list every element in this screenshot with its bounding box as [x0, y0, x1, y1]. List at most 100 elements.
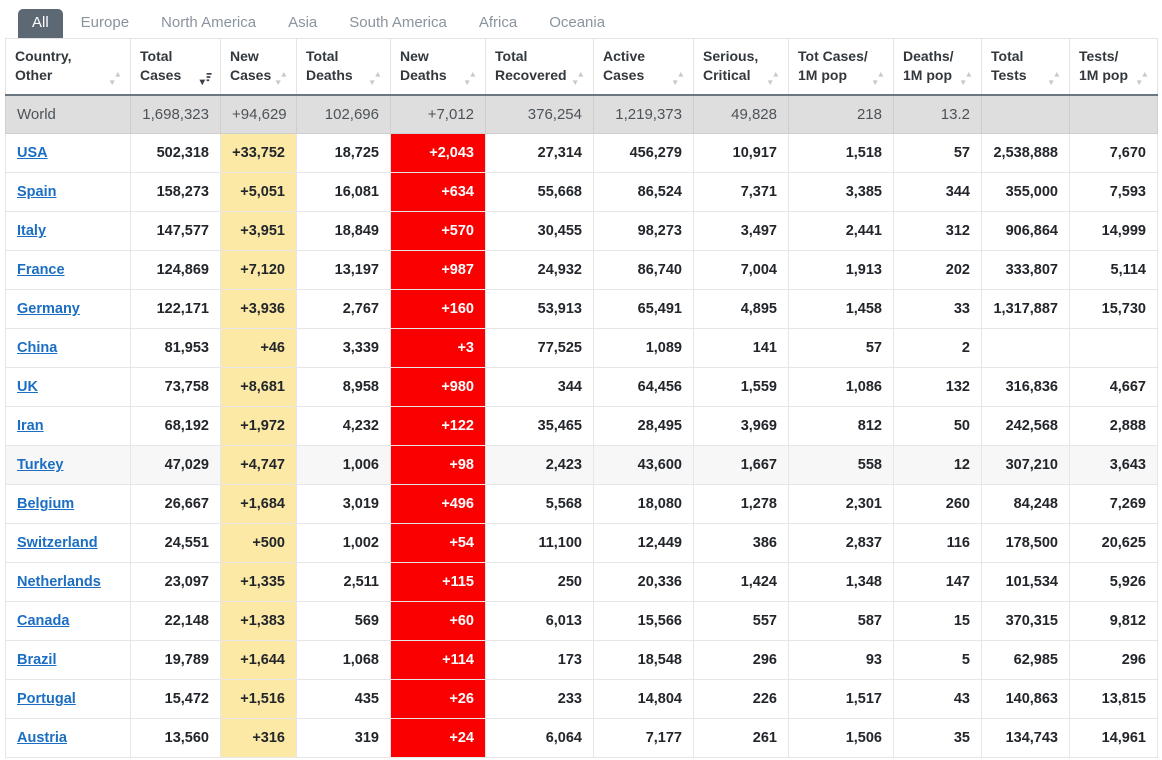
- sort-both-icon[interactable]: [109, 71, 121, 86]
- sort-both-icon[interactable]: [872, 71, 884, 86]
- table-row: Italy 147,577 +3,951 18,849 +570 30,455 98,273…: [5, 211, 1158, 252]
- country-link[interactable]: Belgium: [17, 496, 74, 512]
- sort-desc-icon[interactable]: [199, 71, 212, 86]
- sort-both-icon[interactable]: [1136, 71, 1148, 86]
- cell-active-cases: 64,456: [593, 367, 694, 408]
- col-header-new-cases[interactable]: New Cases: [220, 37, 297, 96]
- sort-both-icon[interactable]: [464, 71, 476, 86]
- cell-serious-critical: 49,828: [693, 93, 789, 135]
- sort-both-icon[interactable]: [767, 71, 779, 86]
- country-cell[interactable]: Canada: [5, 601, 131, 642]
- cell-total-recovered: 376,254: [485, 93, 594, 135]
- country-cell[interactable]: Belgium: [5, 484, 131, 525]
- cell-total-deaths: 102,696: [296, 93, 391, 135]
- sort-both-icon[interactable]: [369, 71, 381, 86]
- cell-new-deaths: +54: [390, 523, 486, 564]
- country-cell[interactable]: France: [5, 250, 131, 291]
- col-header-label: Serious, Critical: [703, 47, 758, 85]
- sort-both-icon[interactable]: [572, 71, 584, 86]
- sort-both-icon[interactable]: [275, 71, 287, 86]
- sort-both-icon[interactable]: [672, 71, 684, 86]
- country-link[interactable]: Germany: [17, 301, 80, 317]
- country-cell[interactable]: USA: [5, 133, 131, 174]
- country-cell[interactable]: Germany: [5, 289, 131, 330]
- country-link[interactable]: China: [17, 340, 57, 356]
- col-header-line1: Deaths/: [903, 48, 954, 64]
- table-body: World 1,698,323 +94,629 102,696 +7,012 376,25…: [5, 93, 1158, 759]
- country-link[interactable]: Portugal: [17, 691, 76, 707]
- continent-tab-europe[interactable]: Europe: [67, 9, 143, 39]
- cell-active-cases: 86,524: [593, 172, 694, 213]
- col-header-tests-1m-pop[interactable]: Tests/1M pop: [1069, 37, 1158, 96]
- country-cell[interactable]: Italy: [5, 211, 131, 252]
- cell-tests-per-1m: [1069, 328, 1158, 369]
- col-header-new-deaths[interactable]: New Deaths: [390, 37, 486, 96]
- country-cell[interactable]: Brazil: [5, 640, 131, 681]
- country-link[interactable]: UK: [17, 379, 38, 395]
- continent-tab-asia[interactable]: Asia: [274, 9, 331, 39]
- cell-new-cases: +8,681: [220, 367, 297, 408]
- country-link[interactable]: Italy: [17, 223, 46, 239]
- continent-tab-all[interactable]: All: [18, 8, 63, 38]
- col-header-total-recovered[interactable]: Total Recovered: [485, 37, 594, 96]
- cell-active-cases: 98,273: [593, 211, 694, 252]
- col-header-total-cases[interactable]: Total Cases: [130, 37, 221, 96]
- continent-tab-south-america[interactable]: South America: [335, 9, 461, 39]
- col-header-tot-cases-1m-pop[interactable]: Tot Cases/1M pop: [788, 37, 894, 96]
- country-cell[interactable]: Switzerland: [5, 523, 131, 564]
- cell-serious-critical: 141: [693, 328, 789, 369]
- country-cell[interactable]: Austria: [5, 718, 131, 759]
- continent-tab-north-america[interactable]: North America: [147, 9, 270, 39]
- country-link[interactable]: Brazil: [17, 652, 57, 668]
- cell-total-cases: 22,148: [130, 601, 221, 642]
- col-header-deaths-1m-pop[interactable]: Deaths/1M pop: [893, 37, 982, 96]
- table-container: Country, Other Total Cases New Cases Total Deat…: [0, 37, 1158, 759]
- cell-total-deaths: 569: [296, 601, 391, 642]
- country-cell[interactable]: UK: [5, 367, 131, 408]
- cell-total-deaths: 435: [296, 679, 391, 720]
- cell-total-tests: 370,315: [981, 601, 1070, 642]
- cell-new-cases: +500: [220, 523, 297, 564]
- country-link[interactable]: USA: [17, 145, 48, 161]
- cell-new-cases: +4,747: [220, 445, 297, 486]
- cell-total-recovered: 11,100: [485, 523, 594, 564]
- cell-new-cases: +1,684: [220, 484, 297, 525]
- country-cell[interactable]: Spain: [5, 172, 131, 213]
- cell-new-deaths: +115: [390, 562, 486, 603]
- continent-tab-africa[interactable]: Africa: [465, 9, 531, 39]
- col-header-line1: Tot Cases/: [798, 48, 868, 64]
- country-cell[interactable]: China: [5, 328, 131, 369]
- col-header-country-other[interactable]: Country, Other: [5, 37, 131, 96]
- cell-active-cases: 86,740: [593, 250, 694, 291]
- col-header-active-cases[interactable]: Active Cases: [593, 37, 694, 96]
- col-header-total-tests[interactable]: Total Tests: [981, 37, 1070, 96]
- cell-tests-per-1m: 14,961: [1069, 718, 1158, 759]
- cell-total-cases: 158,273: [130, 172, 221, 213]
- country-cell[interactable]: Iran: [5, 406, 131, 447]
- country-link[interactable]: Netherlands: [17, 574, 101, 590]
- country-link[interactable]: Turkey: [17, 457, 63, 473]
- country-cell[interactable]: Turkey: [5, 445, 131, 486]
- country-link[interactable]: Canada: [17, 613, 69, 629]
- table-row: USA 502,318 +33,752 18,725 +2,043 27,314 456,2…: [5, 133, 1158, 174]
- col-header-total-deaths[interactable]: Total Deaths: [296, 37, 391, 96]
- country-link[interactable]: Austria: [17, 730, 67, 746]
- table-row: Belgium 26,667 +1,684 3,019 +496 5,568 18,080 1…: [5, 484, 1158, 525]
- cell-tests-per-1m: 7,593: [1069, 172, 1158, 213]
- country-cell[interactable]: Portugal: [5, 679, 131, 720]
- cell-total-tests: 333,807: [981, 250, 1070, 291]
- cell-tot-cases-per-1m: 218: [788, 93, 894, 135]
- sort-both-icon[interactable]: [1048, 71, 1060, 86]
- country-link[interactable]: Spain: [17, 184, 56, 200]
- country-link[interactable]: France: [17, 262, 65, 278]
- continent-tab-oceania[interactable]: Oceania: [535, 9, 619, 39]
- country-link[interactable]: Iran: [17, 418, 44, 434]
- col-header-serious-critical[interactable]: Serious, Critical: [693, 37, 789, 96]
- col-header-label: Country, Other: [15, 47, 72, 85]
- country-cell[interactable]: Netherlands: [5, 562, 131, 603]
- cell-tot-cases-per-1m: 57: [788, 328, 894, 369]
- sort-both-icon[interactable]: [960, 71, 972, 86]
- cell-tot-cases-per-1m: 2,837: [788, 523, 894, 564]
- cell-total-recovered: 35,465: [485, 406, 594, 447]
- country-link[interactable]: Switzerland: [17, 535, 98, 551]
